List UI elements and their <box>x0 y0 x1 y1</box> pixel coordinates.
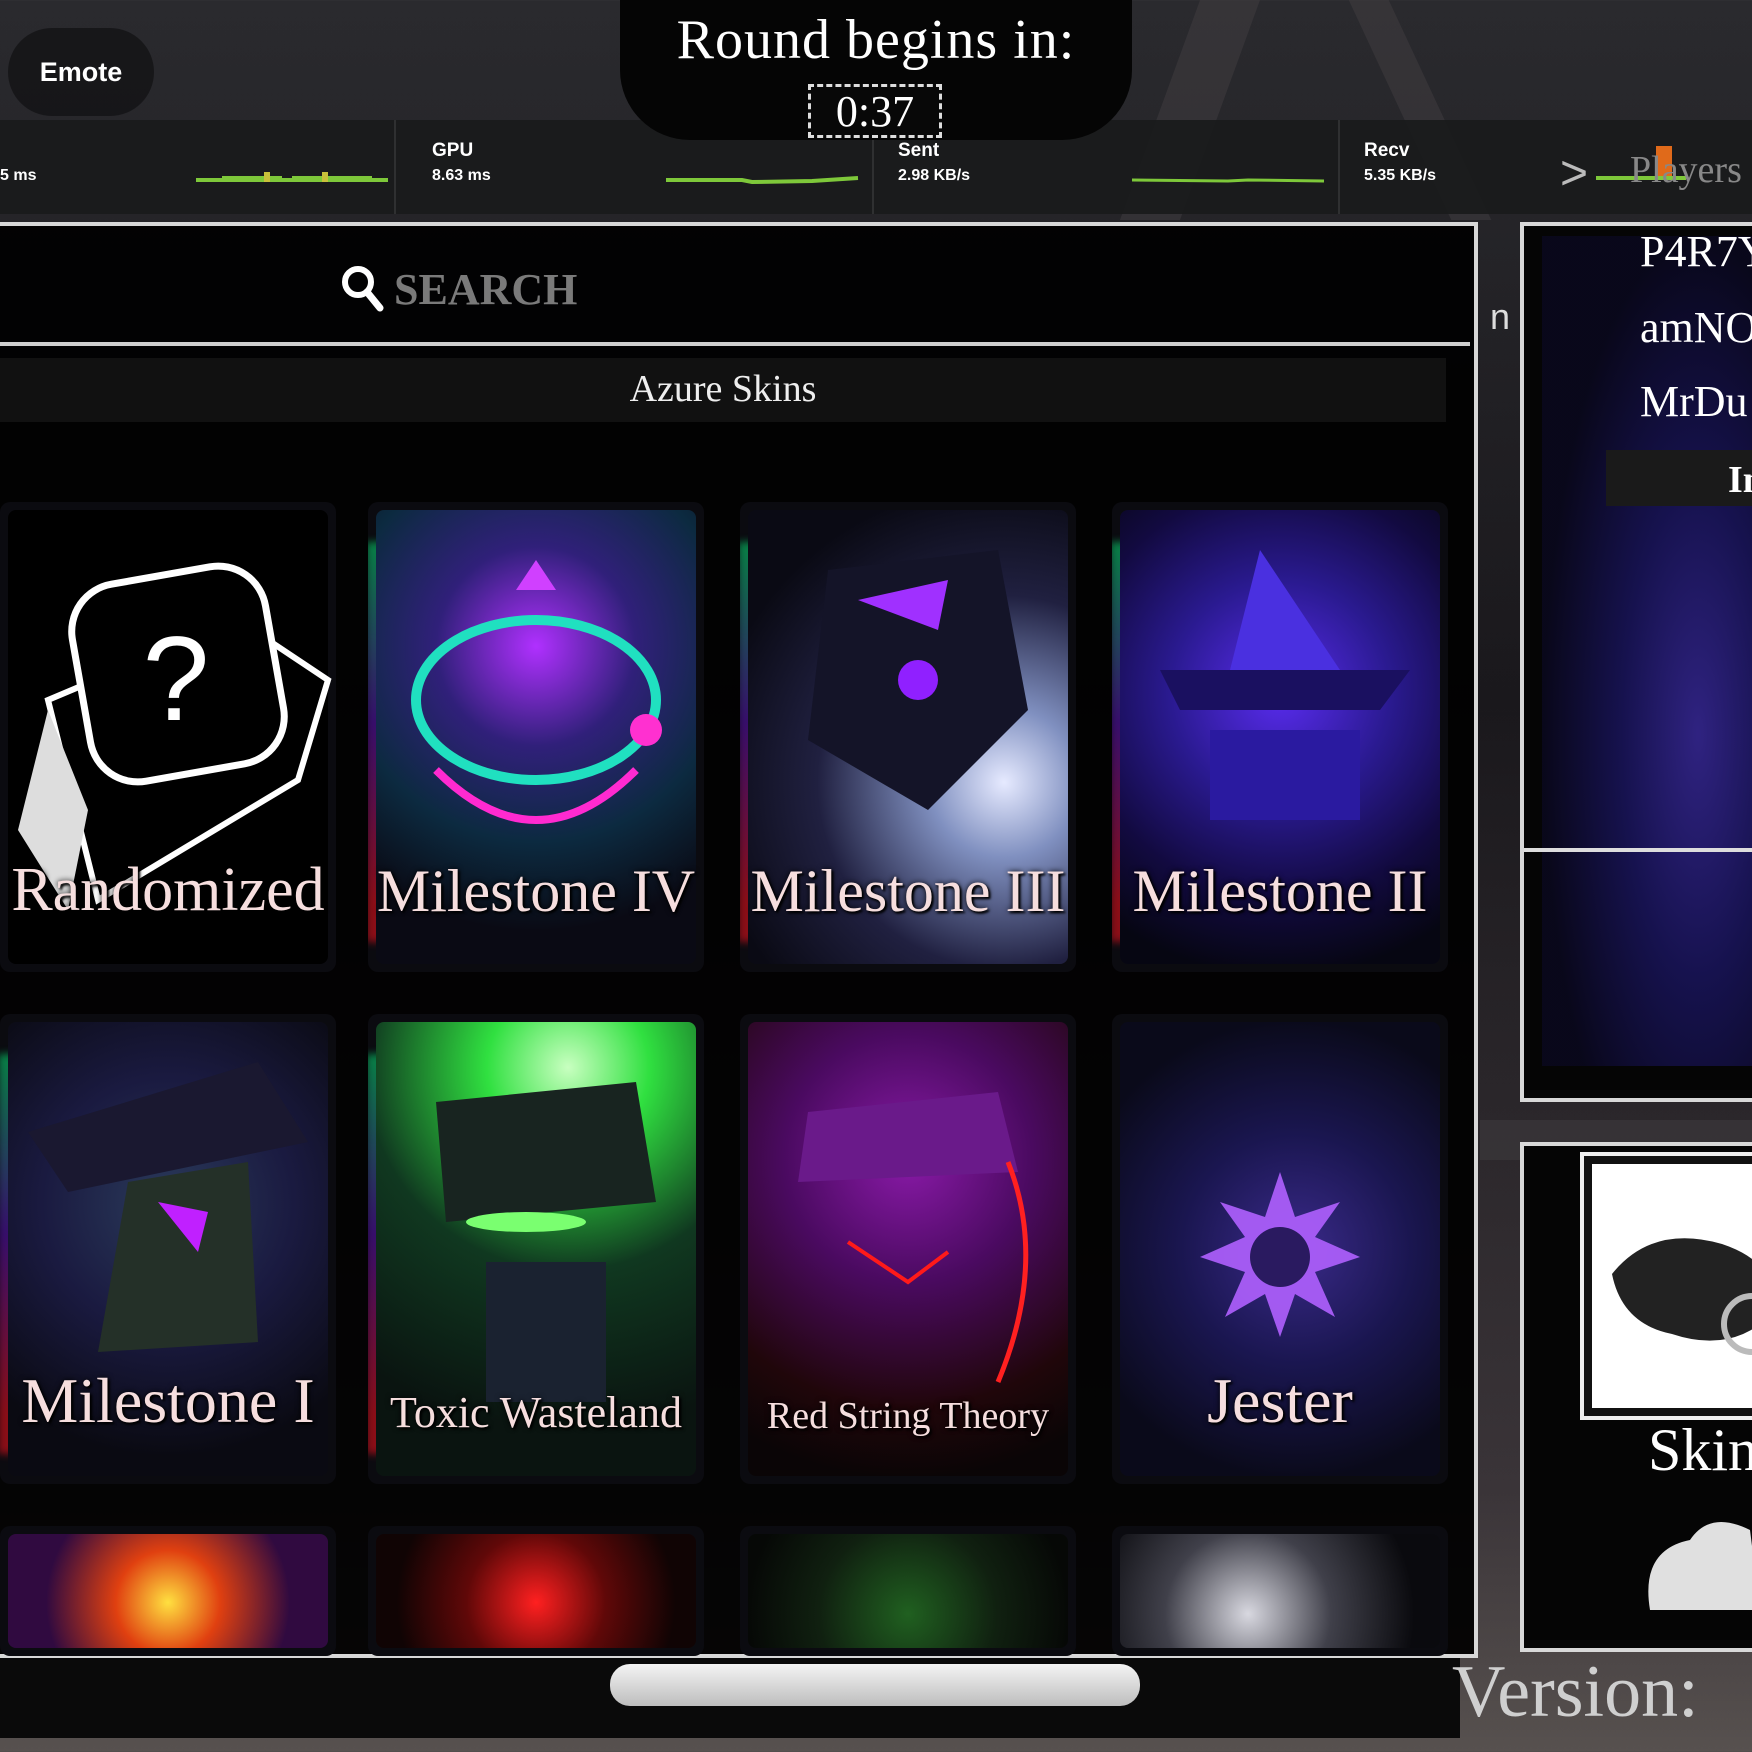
section-title: Azure Skins <box>0 358 1446 422</box>
emote-label: Emote <box>39 56 123 87</box>
stat-name: Sent <box>898 140 940 161</box>
player-name[interactable]: P4R7Y <box>1640 226 1752 277</box>
skin-card-milestone-iii[interactable]: Milestone III <box>740 502 1076 972</box>
players-header: Players <box>1630 149 1742 191</box>
panel-divider <box>1524 848 1752 852</box>
stat-name: GPU <box>432 140 474 161</box>
stat-cpu: 5 ms <box>0 120 396 214</box>
side-glyph: n <box>1490 296 1511 337</box>
card-label: Milestone II <box>1132 858 1428 924</box>
players-toggle-button[interactable]: > <box>1560 146 1588 201</box>
round-countdown: 0:37 <box>808 84 942 138</box>
card-art <box>376 1534 696 1648</box>
search-input[interactable]: SEARCH <box>394 264 577 315</box>
stat-name: Recv <box>1364 140 1410 161</box>
skin-card-red-string-theory[interactable]: Red String Theory <box>740 1014 1076 1484</box>
card-label: Milestone III <box>750 858 1066 924</box>
stat-value: 5.35 KB/s <box>1364 167 1437 184</box>
card-art <box>748 1534 1068 1648</box>
stat-value: 5 ms <box>0 167 37 184</box>
svg-text:?: ? <box>143 612 210 746</box>
stat-graph <box>1131 178 1325 183</box>
search-icon <box>342 266 384 312</box>
stat-graph <box>196 172 388 182</box>
players-panel-art <box>1542 236 1752 1066</box>
skin-card-milestone-iv[interactable]: Milestone IV <box>368 502 704 972</box>
hotbar-tray <box>610 1664 1140 1706</box>
stat-value: 8.63 ms <box>432 167 491 184</box>
skin-card-milestone-i[interactable]: Milestone I <box>0 1014 336 1484</box>
skin-card-milestone-ii[interactable]: Milestone II <box>1112 502 1448 972</box>
card-label: Randomized <box>11 856 325 924</box>
round-title: Round begins in: <box>676 9 1076 71</box>
version-label: Version: <box>1452 1651 1699 1733</box>
equipped-skin-label: Skin <box>1648 1417 1752 1483</box>
skin-card[interactable] <box>0 1526 336 1656</box>
card-art <box>1120 1534 1440 1648</box>
skin-blob-art <box>1648 1522 1752 1610</box>
skin-preview-art <box>1612 1238 1752 1355</box>
skin-card[interactable] <box>368 1526 704 1656</box>
skin-card[interactable] <box>740 1526 1076 1656</box>
player-name[interactable]: MrDu <box>1640 376 1748 427</box>
player-action-label: In <box>1728 459 1752 501</box>
skin-card[interactable] <box>1112 1526 1448 1656</box>
card-label: Milestone I <box>21 1365 315 1436</box>
skin-card-randomized[interactable]: ? Randomized <box>0 502 336 972</box>
skin-card-jester[interactable]: Jester <box>1112 1014 1448 1484</box>
equipped-skin-thumbnail[interactable] <box>1580 1152 1752 1420</box>
stat-graph <box>666 176 859 185</box>
stat-value: 2.98 KB/s <box>898 167 971 184</box>
card-art <box>8 1534 328 1648</box>
card-label: Toxic Wasteland <box>390 1388 682 1437</box>
skin-card-toxic-wasteland[interactable]: Toxic Wasteland <box>368 1014 704 1484</box>
player-name[interactable]: amNO <box>1640 302 1752 353</box>
card-label: Jester <box>1207 1365 1353 1436</box>
card-label: Milestone IV <box>376 858 696 924</box>
players-panel <box>1520 222 1752 1102</box>
player-action-button[interactable]: In <box>1606 450 1752 506</box>
skins-panel: SEARCH Azure Skins ? Randomized Mileston… <box>0 222 1478 1658</box>
card-label: Red String Theory <box>766 1395 1050 1437</box>
search-bar[interactable]: SEARCH <box>0 234 1470 346</box>
emote-button[interactable]: Emote <box>8 28 154 116</box>
